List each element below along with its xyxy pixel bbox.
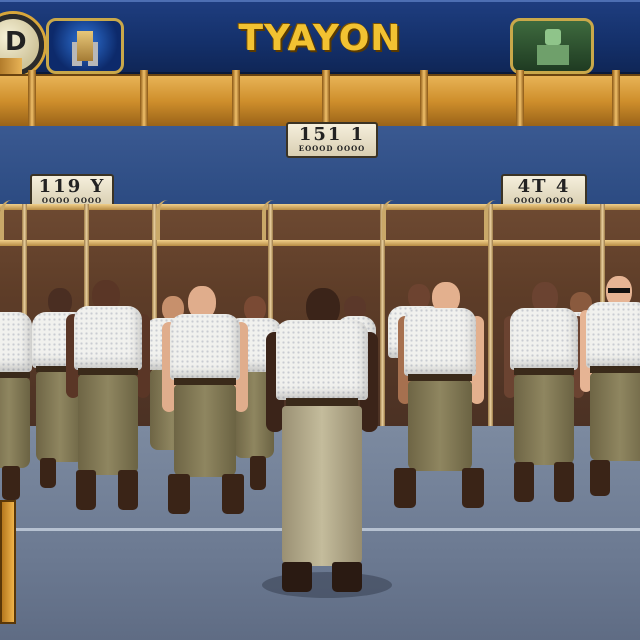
cell-sign-left: 119 Y OOOO OOOO: [30, 174, 114, 208]
overhead-pipe: [0, 70, 640, 132]
prisoner-front[interactable]: [504, 282, 584, 510]
sign-caption: OOOO OOOO: [41, 196, 103, 205]
cage-arch: [382, 200, 398, 240]
prisoner-belt: [590, 366, 640, 373]
prisoner-front[interactable]: [392, 282, 488, 518]
prisoner-boot: [40, 458, 56, 488]
prisoner-boot: [2, 466, 20, 500]
game-title: TYAYON: [238, 18, 402, 59]
sign-number: 4T 4: [517, 176, 571, 197]
cage-arch: [262, 200, 278, 240]
prisoner-pants: [408, 381, 472, 471]
prisoner-boot: [554, 462, 574, 502]
prisoner-pants: [78, 375, 138, 475]
prisoner-pants: [0, 378, 30, 468]
player-pants: [282, 406, 362, 566]
prisoner-shirt: [170, 314, 240, 380]
prisoner-boot: [514, 462, 534, 502]
cage-arch: [0, 200, 16, 240]
player-boot: [282, 562, 312, 592]
prisoner-shirt: [404, 308, 476, 376]
game-scene: D TYAYON 151 1 EOOOD OOOO 119 Y OOOO OOO…: [0, 0, 640, 640]
pipe-joint: [612, 70, 620, 132]
prisoner-front[interactable]: [580, 276, 640, 502]
prisoner-pants: [174, 385, 236, 477]
prisoner-front[interactable]: [0, 312, 36, 502]
sign-caption: EOOOD OOOO: [298, 144, 366, 153]
prisoner-front[interactable]: [160, 286, 250, 518]
guard-portrait-icon[interactable]: [510, 18, 594, 74]
prison-tower-icon[interactable]: [46, 18, 124, 74]
fence-rail-middle: [0, 240, 640, 246]
cell-sign-right: 4T 4 OOOO OOOO: [501, 174, 587, 208]
prisoner-shirt: [510, 308, 578, 370]
fence-rail-top: [0, 204, 640, 210]
prisoner-belt: [514, 368, 574, 375]
prisoner-shirt: [586, 302, 640, 368]
prisoner-belt: [408, 374, 472, 381]
guard-head: [545, 29, 561, 45]
sunglasses-icon: [608, 288, 630, 293]
pipe-joint: [28, 70, 36, 132]
top-hud-bar: D TYAYON: [0, 0, 640, 76]
sign-number: 151 1: [298, 124, 366, 145]
prisoner-belt: [174, 378, 236, 385]
prisoner-shirt: [0, 312, 32, 372]
player-boot: [332, 562, 362, 592]
player-shirt: [276, 320, 368, 400]
prisoner-boot: [250, 456, 266, 490]
prisoner-pants: [590, 373, 640, 461]
pipe-joint: [516, 70, 524, 132]
crate-edge: [0, 500, 16, 624]
pipe-joint: [420, 70, 428, 132]
player-character[interactable]: [266, 286, 378, 598]
prisoner-boot: [118, 470, 138, 510]
cage-arch: [156, 200, 172, 240]
prisoner-boot: [76, 470, 96, 510]
pipe-joint: [232, 70, 240, 132]
sign-number: 119 Y: [38, 176, 106, 197]
prisoner-front[interactable]: [66, 280, 150, 516]
prisoner-shirt: [74, 306, 142, 370]
player-belt: [286, 398, 358, 406]
cell-sign-center: 151 1 EOOOD OOOO: [286, 122, 378, 158]
pipe-joint: [140, 70, 148, 132]
prisoner-boot: [394, 468, 416, 508]
level-badge-label: D: [5, 27, 27, 57]
sign-caption: OOOO OOOO: [513, 196, 575, 205]
prisoner-pants: [514, 375, 574, 465]
prisoner-boot: [590, 460, 610, 496]
prisoner-boot: [462, 468, 484, 508]
prisoner-boot: [168, 474, 190, 514]
prisoner-boot: [222, 474, 244, 514]
tower-graphic: [77, 31, 93, 61]
prisoner-belt: [78, 368, 138, 375]
cage-arch: [484, 200, 500, 240]
guard-body: [537, 45, 569, 65]
